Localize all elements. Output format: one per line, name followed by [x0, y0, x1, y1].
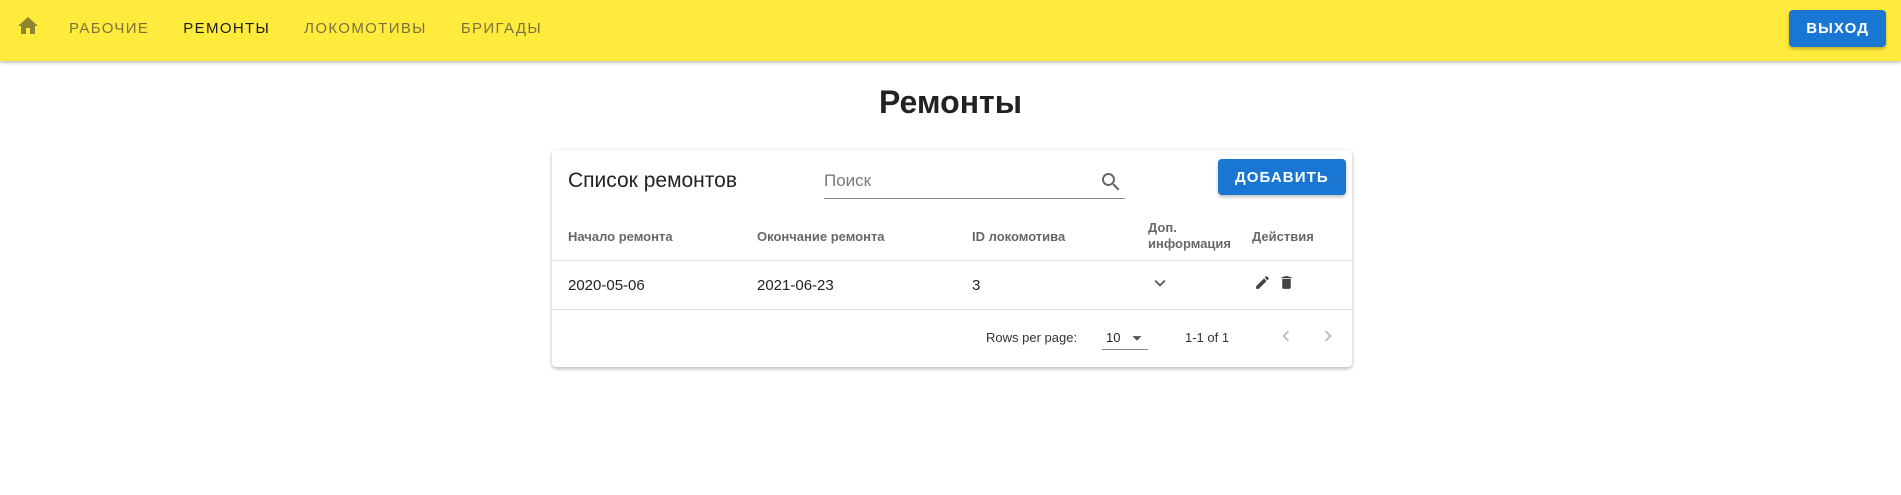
rows-per-page-value: 10 [1106, 330, 1121, 345]
previous-page-button[interactable] [1274, 326, 1298, 350]
search-field [824, 170, 1125, 199]
chevron-left-icon [1275, 325, 1297, 352]
column-header-actions: Действия [1252, 229, 1314, 244]
nav-item-brigades[interactable]: Бригады [444, 0, 559, 58]
column-header-extra-info: Доп. информация [1148, 220, 1232, 251]
page-title: Ремонты [878, 84, 1023, 120]
column-header-locomotive-id[interactable]: ID локомотива [972, 229, 1065, 245]
delete-button[interactable] [1276, 275, 1296, 295]
nav-item-repairs[interactable]: Ремонты [166, 0, 287, 58]
delete-icon [1278, 274, 1295, 296]
cell-end-date: 2021-06-23 [757, 277, 834, 294]
chevron-down-icon [1149, 272, 1171, 299]
cell-locomotive-id: 3 [972, 277, 981, 294]
repairs-card: Список ремонтов Добавить Начало ремонта … [552, 150, 1352, 367]
add-button[interactable]: Добавить [1218, 159, 1346, 195]
search-icon[interactable] [1099, 170, 1123, 194]
home-button[interactable] [10, 10, 46, 46]
app-bar: Рабочие Ремонты Локомотивы Бригады Выход [0, 0, 1901, 61]
nav-item-locomotives[interactable]: Локомотивы [287, 0, 444, 58]
nav-item-workers[interactable]: Рабочие [52, 0, 166, 58]
edit-icon [1254, 274, 1271, 296]
chevron-right-icon [1317, 325, 1339, 352]
table-row: 2020-05-06 2021-06-23 3 [552, 261, 1352, 309]
expand-button[interactable] [1150, 275, 1170, 295]
pagination-range: 1-1 of 1 [1185, 330, 1230, 345]
table-pagination: Rows per page: 10 1-1 of 1 [552, 310, 1352, 367]
main-nav: Рабочие Ремонты Локомотивы Бригады [52, 0, 559, 58]
next-page-button[interactable] [1316, 326, 1340, 350]
column-header-start[interactable]: Начало ремонта [568, 229, 673, 245]
card-title: Список ремонтов [568, 169, 737, 192]
column-header-end[interactable]: Окончание ремонта [757, 229, 885, 245]
rows-per-page-label: Rows per page: [986, 330, 1078, 345]
logout-button[interactable]: Выход [1789, 10, 1886, 47]
edit-button[interactable] [1252, 275, 1272, 295]
search-input[interactable] [824, 171, 1084, 191]
cell-start-date: 2020-05-06 [568, 277, 645, 294]
rows-per-page-select[interactable]: 10 [1102, 327, 1148, 350]
home-icon [16, 14, 40, 43]
